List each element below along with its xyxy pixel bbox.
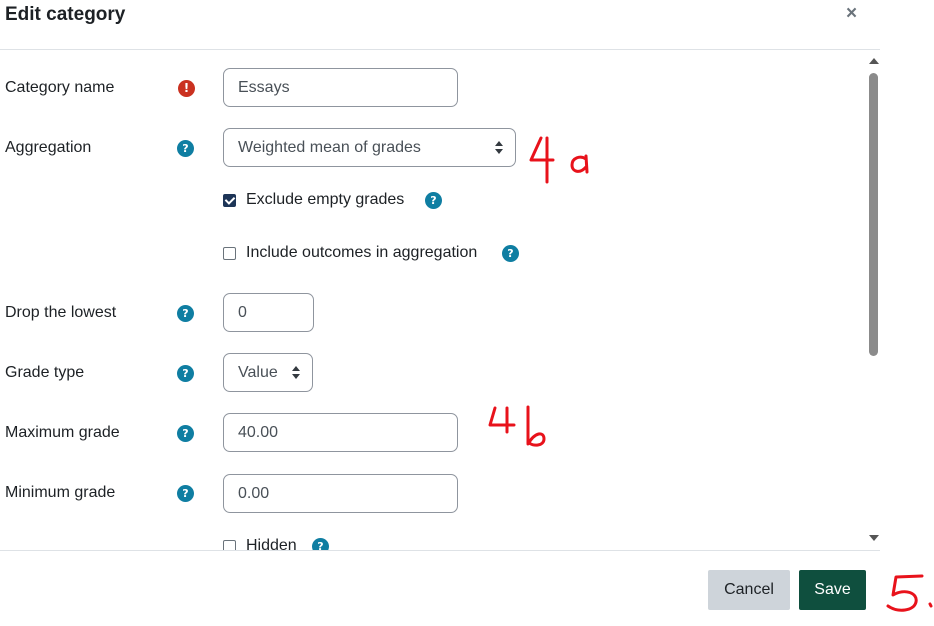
dialog-body: Category name ! Essays Aggregation ? Wei… — [0, 50, 866, 550]
dialog-title: Edit category — [5, 4, 126, 25]
scrollbar-thumb[interactable] — [869, 73, 878, 356]
minimum-grade-label: Minimum grade — [5, 484, 116, 501]
scroll-down-arrow-icon[interactable] — [869, 535, 879, 541]
hidden-checkbox[interactable] — [223, 540, 236, 550]
hidden-help-icon[interactable]: ? — [312, 538, 329, 550]
exclude-empty-grades-checkbox[interactable] — [223, 194, 236, 207]
dialog-footer: Cancel Save — [0, 550, 880, 626]
annotation-5-period — [928, 602, 933, 608]
aggregation-selected-value: Weighted mean of grades — [238, 139, 421, 156]
scroll-up-arrow-icon[interactable] — [869, 58, 879, 64]
vertical-scrollbar[interactable] — [866, 50, 880, 550]
category-name-input[interactable]: Essays — [223, 68, 458, 107]
include-outcomes-checkbox[interactable] — [223, 247, 236, 260]
aggregation-label: Aggregation — [5, 139, 92, 156]
aggregation-select[interactable]: Weighted mean of grades — [223, 128, 516, 167]
select-caret-icon — [495, 141, 503, 155]
grade-type-select[interactable]: Value — [223, 353, 313, 392]
include-outcomes-help-icon[interactable]: ? — [502, 245, 519, 262]
grade-type-help-icon[interactable]: ? — [177, 365, 194, 382]
include-outcomes-label: Include outcomes in aggregation — [246, 244, 478, 261]
grade-type-selected-value: Value — [238, 364, 278, 381]
minimum-grade-input[interactable]: 0.00 — [223, 474, 458, 513]
required-icon: ! — [178, 80, 195, 97]
drop-lowest-label: Drop the lowest — [5, 304, 117, 321]
select-caret-icon — [292, 366, 300, 380]
exclude-empty-help-icon[interactable]: ? — [425, 192, 442, 209]
maximum-grade-label: Maximum grade — [5, 424, 120, 441]
hidden-label: Hidden — [246, 537, 297, 550]
save-button[interactable]: Save — [799, 570, 866, 610]
drop-lowest-input[interactable]: 0 — [223, 293, 314, 332]
annotation-5-digit — [886, 574, 924, 612]
cancel-button[interactable]: Cancel — [708, 570, 790, 610]
grade-type-label: Grade type — [5, 364, 85, 381]
category-name-label: Category name — [5, 79, 115, 96]
drop-lowest-help-icon[interactable]: ? — [177, 305, 194, 322]
edit-category-dialog: Edit category × Category name ! Essays A… — [0, 0, 880, 625]
aggregation-help-icon[interactable]: ? — [177, 140, 194, 157]
maximum-grade-help-icon[interactable]: ? — [177, 425, 194, 442]
dialog-header: Edit category × — [0, 0, 880, 50]
maximum-grade-input[interactable]: 40.00 — [223, 413, 458, 452]
close-icon[interactable]: × — [846, 4, 857, 24]
minimum-grade-help-icon[interactable]: ? — [177, 485, 194, 502]
exclude-empty-grades-label: Exclude empty grades — [246, 191, 405, 208]
